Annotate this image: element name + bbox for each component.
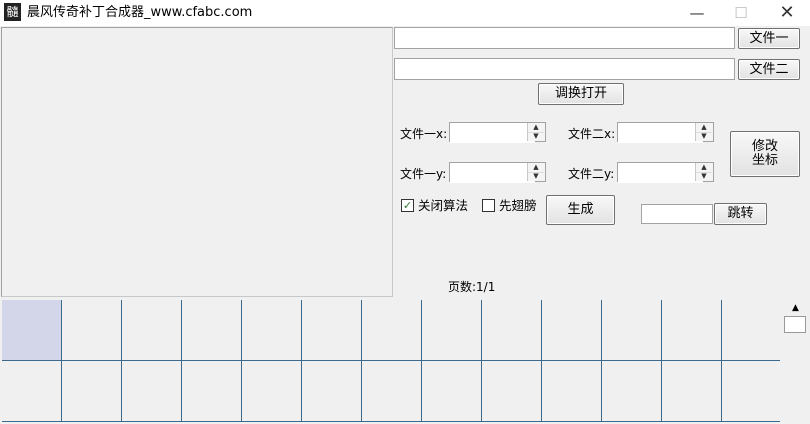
file2-y-input[interactable] xyxy=(618,163,703,183)
grid-cell[interactable] xyxy=(122,361,182,422)
grid-cell[interactable] xyxy=(722,361,782,422)
file2-x-label: 文件二x: xyxy=(568,127,616,141)
file1-button[interactable]: 文件一 xyxy=(738,28,800,49)
close-algorithm-label: 关闭算法 xyxy=(418,198,469,213)
window-title: 晨风传奇补丁合成器_www.cfabc.com xyxy=(27,5,253,20)
grid-cell[interactable] xyxy=(62,361,122,422)
file2-x-input[interactable] xyxy=(618,123,703,143)
grid-cell[interactable] xyxy=(362,361,422,422)
file1-y-label: 文件一y: xyxy=(400,167,447,181)
spin-down-icon[interactable]: ▼ xyxy=(696,172,712,181)
grid-cell[interactable] xyxy=(662,361,722,422)
file2-y-spinner[interactable]: ▲ ▼ xyxy=(617,162,714,183)
grid-cell[interactable] xyxy=(302,361,362,422)
modify-coords-label-1: 修改 xyxy=(751,139,778,154)
file1-path-input[interactable] xyxy=(394,27,735,49)
grid-cell[interactable] xyxy=(242,361,302,422)
grid-cell[interactable] xyxy=(482,300,542,361)
first-wings-label: 先翅膀 xyxy=(499,198,537,213)
modify-coords-button[interactable]: 修改 坐标 xyxy=(730,131,800,177)
grid-cell[interactable] xyxy=(362,300,422,361)
spin-down-icon[interactable]: ▼ xyxy=(528,172,544,181)
grid-cell[interactable] xyxy=(422,300,482,361)
file1-x-input[interactable] xyxy=(450,123,535,143)
file2-x-spinner[interactable]: ▲ ▼ xyxy=(617,122,714,143)
file1-x-spinner[interactable]: ▲ ▼ xyxy=(449,122,546,143)
grid-cell[interactable] xyxy=(662,300,722,361)
grid-cell[interactable] xyxy=(62,300,122,361)
spin-down-icon[interactable]: ▼ xyxy=(528,132,544,141)
close-button[interactable]: ✕ xyxy=(764,0,810,26)
close-algorithm-checkbox[interactable]: ✓ xyxy=(401,199,414,212)
grid-cell[interactable] xyxy=(182,300,242,361)
grid-cell[interactable] xyxy=(242,300,302,361)
file1-y-spinner[interactable]: ▲ ▼ xyxy=(449,162,546,183)
grid-cell[interactable] xyxy=(2,361,62,422)
file1-x-label: 文件一x: xyxy=(400,127,448,141)
grid-cell[interactable] xyxy=(182,361,242,422)
scroll-up-icon[interactable]: ▲ xyxy=(786,301,805,315)
page-count-label: 页数:1/1 xyxy=(448,280,496,294)
spin-down-icon[interactable]: ▼ xyxy=(696,132,712,141)
file2-button[interactable]: 文件二 xyxy=(738,59,800,80)
generate-button[interactable]: 生成 xyxy=(546,195,615,225)
file2-path-input[interactable] xyxy=(394,58,735,80)
app-icon: 髓 xyxy=(4,3,21,21)
modify-coords-label-2: 坐标 xyxy=(751,153,778,168)
jump-page-input[interactable] xyxy=(641,204,713,224)
grid-cell[interactable] xyxy=(602,361,662,422)
minimize-button[interactable]: — xyxy=(674,0,720,26)
grid-cell[interactable] xyxy=(122,300,182,361)
grid-cell[interactable] xyxy=(542,361,602,422)
grid-cell[interactable] xyxy=(542,300,602,361)
preview-panel xyxy=(1,27,393,297)
file1-y-input[interactable] xyxy=(450,163,535,183)
swap-open-button[interactable]: 调换打开 xyxy=(538,83,624,105)
grid-cell[interactable] xyxy=(422,361,482,422)
tile-grid xyxy=(0,299,782,424)
maximize-button[interactable]: ☐ xyxy=(718,0,764,26)
grid-cell[interactable] xyxy=(2,300,62,361)
first-wings-checkbox[interactable] xyxy=(482,199,495,212)
grid-cell[interactable] xyxy=(722,300,782,361)
grid-cell[interactable] xyxy=(302,300,362,361)
grid-cell[interactable] xyxy=(482,361,542,422)
grid-cell[interactable] xyxy=(602,300,662,361)
scroll-thumb[interactable] xyxy=(784,316,806,333)
jump-button[interactable]: 跳转 xyxy=(714,203,767,225)
file2-y-label: 文件二y: xyxy=(568,167,615,181)
